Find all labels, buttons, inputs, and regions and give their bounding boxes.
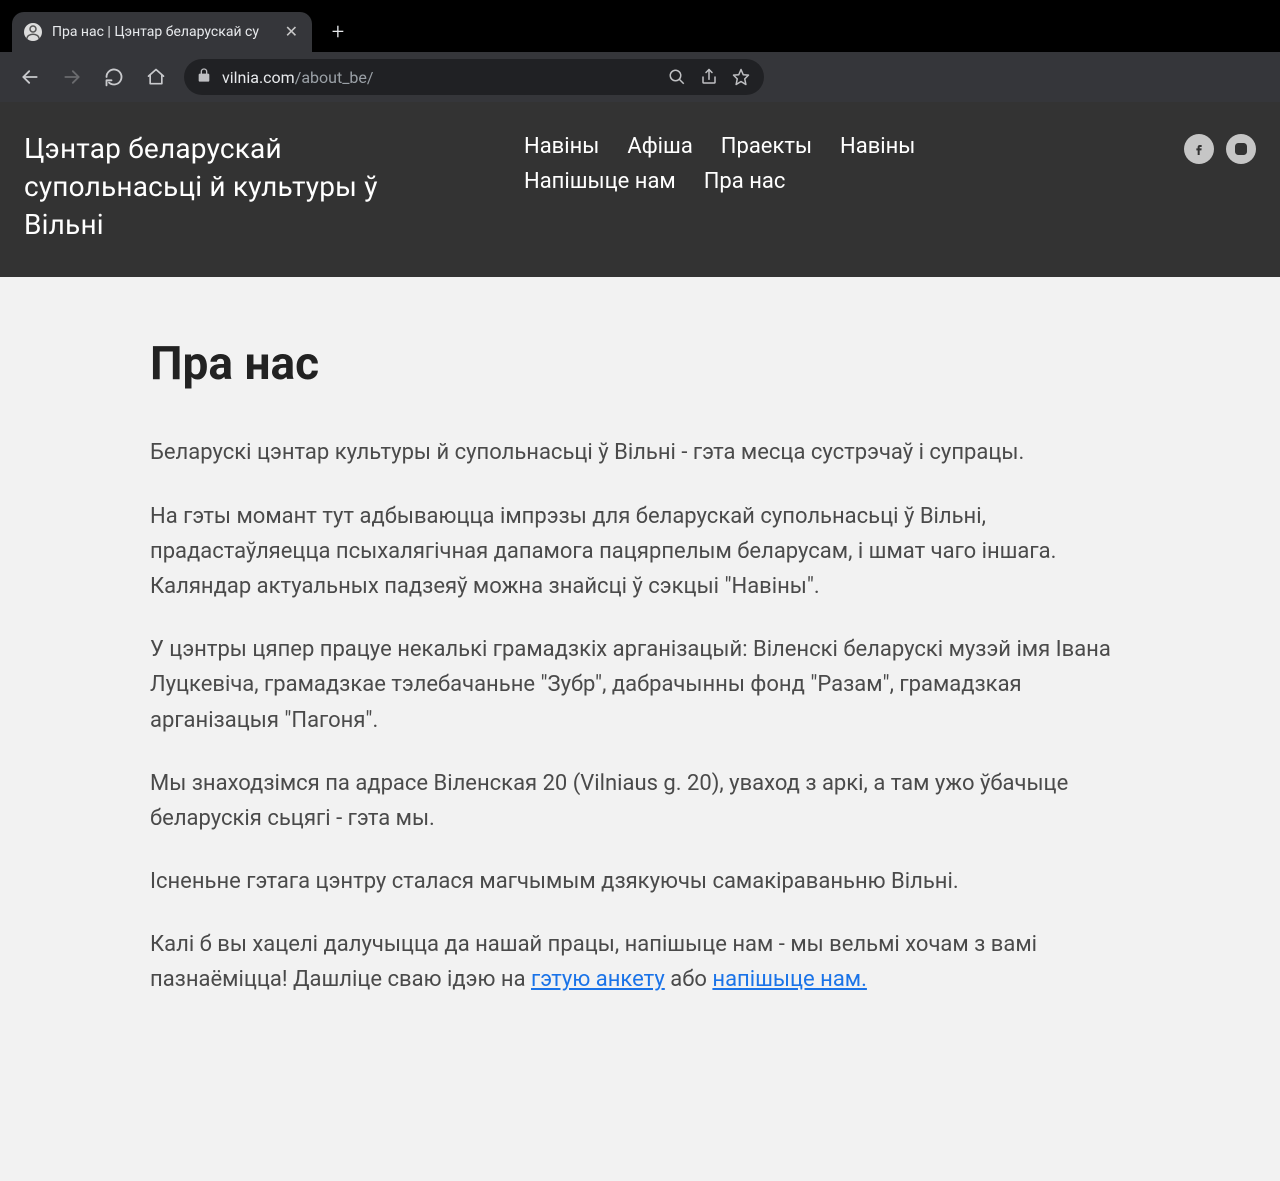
- browser-toolbar: vilnia.com/about_be/: [0, 52, 1280, 102]
- site-title[interactable]: Цэнтар беларускай супольнасьці й культур…: [24, 130, 464, 243]
- instagram-icon[interactable]: [1226, 134, 1256, 164]
- social-links: [1184, 130, 1256, 164]
- paragraph-2: На гэты момант тут адбываюцца імпрэзы дл…: [150, 499, 1130, 605]
- star-icon[interactable]: [730, 66, 752, 88]
- nav-item-poster[interactable]: Афіша: [627, 134, 692, 159]
- url-path: /about_be/: [295, 68, 374, 87]
- page-title: Пра нас: [150, 337, 1130, 391]
- facebook-icon[interactable]: [1184, 134, 1214, 164]
- nav-item-news2[interactable]: Навіны: [840, 134, 915, 159]
- zoom-icon[interactable]: [666, 66, 688, 88]
- address-bar[interactable]: vilnia.com/about_be/: [184, 59, 764, 95]
- main-nav: Навіны Афіша Праекты Навіны Напішыце нам…: [524, 130, 964, 194]
- nav-item-about[interactable]: Пра нас: [704, 169, 786, 194]
- paragraph-1: Беларускі цэнтар культуры й супольнасьці…: [150, 435, 1130, 470]
- url-text: vilnia.com/about_be/: [222, 68, 373, 87]
- back-button[interactable]: [16, 63, 44, 91]
- link-form[interactable]: гэтую анкету: [531, 967, 665, 992]
- link-contact[interactable]: напішыце нам.: [712, 967, 867, 992]
- page-content: Пра нас Беларускі цэнтар культуры й супо…: [0, 277, 1280, 1065]
- reload-button[interactable]: [100, 63, 128, 91]
- tab-title: Пра нас | Цэнтар беларускай су: [52, 24, 275, 40]
- paragraph-3: У цэнтры цяпер працуе некалькі грамадзкі…: [150, 632, 1130, 738]
- share-icon[interactable]: [698, 66, 720, 88]
- tab-strip: Пра нас | Цэнтар беларускай су ✕ +: [0, 0, 1280, 52]
- url-domain: vilnia.com: [222, 68, 295, 87]
- new-tab-button[interactable]: +: [322, 16, 354, 48]
- home-button[interactable]: [142, 63, 170, 91]
- site-header: Цэнтар беларускай супольнасьці й культур…: [0, 102, 1280, 277]
- nav-item-contact[interactable]: Напішыце нам: [524, 169, 676, 194]
- lock-icon: [196, 67, 212, 87]
- paragraph-6: Калі б вы хацелі далучыцца да нашай прац…: [150, 927, 1130, 997]
- close-tab-icon[interactable]: ✕: [285, 24, 298, 40]
- p6-text-b: або: [665, 967, 713, 992]
- browser-chrome: Пра нас | Цэнтар беларускай су ✕ + vilni…: [0, 0, 1280, 102]
- nav-item-news[interactable]: Навіны: [524, 134, 599, 159]
- paragraph-5: Існеньне гэтага цэнтру сталася магчымым …: [150, 864, 1130, 899]
- paragraph-4: Мы знаходзімся па адрасе Віленская 20 (V…: [150, 766, 1130, 836]
- forward-button[interactable]: [58, 63, 86, 91]
- nav-item-projects[interactable]: Праекты: [721, 134, 812, 159]
- favicon-icon: [24, 23, 42, 41]
- browser-tab-active[interactable]: Пра нас | Цэнтар беларускай су ✕: [12, 12, 312, 52]
